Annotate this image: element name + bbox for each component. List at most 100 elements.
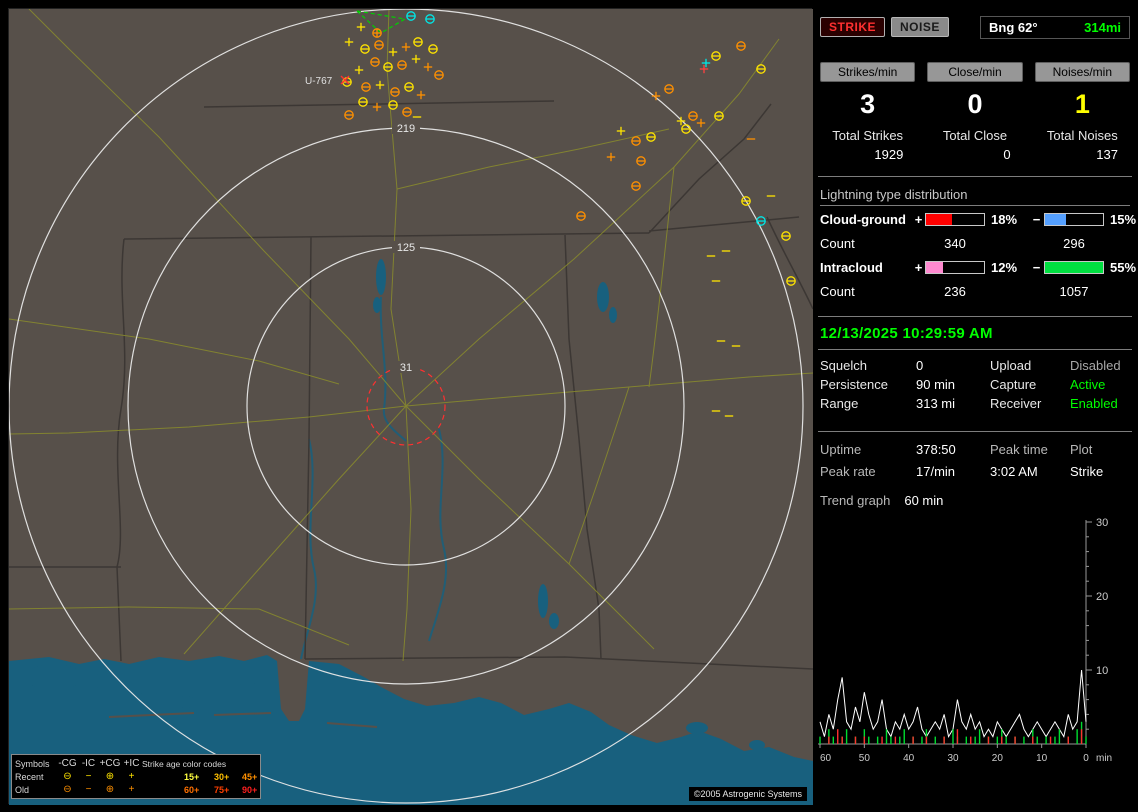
- minus-sign: −: [1029, 260, 1044, 275]
- intracloud-row: Intracloud + 12% − 55%: [820, 254, 1130, 280]
- legend-header-row: Symbols -CG -IC +CG +IC Strike age color…: [15, 757, 257, 770]
- svg-text:50: 50: [859, 753, 871, 764]
- cg-positive-pct: 18%: [985, 212, 1029, 227]
- cg-positive-count: 340: [925, 236, 985, 251]
- ic-negative-bar: [1044, 261, 1104, 274]
- total-strikes-label: Total Strikes: [820, 128, 915, 143]
- squelch-label: Squelch: [820, 358, 916, 373]
- age-60: 60+: [184, 785, 214, 795]
- recent-ncg-icon: ⊖: [57, 772, 78, 782]
- svg-text:10: 10: [1036, 753, 1048, 764]
- peak-time-label: Peak time: [990, 442, 1070, 457]
- peak-rate-label: Peak rate: [820, 464, 916, 479]
- svg-text:60: 60: [820, 753, 832, 764]
- svg-text:125: 125: [397, 242, 415, 254]
- cg-negative-bar: [1044, 213, 1104, 226]
- nexstorm-app: 21912531 U-767 Symbols -CG -IC +CG +IC S…: [0, 0, 1138, 812]
- strike-button[interactable]: STRIKE: [820, 17, 885, 37]
- age-75: 75+: [214, 785, 242, 795]
- receiver-label: Receiver: [990, 396, 1070, 411]
- lightning-map[interactable]: 21912531 U-767 Symbols -CG -IC +CG +IC S…: [8, 8, 812, 804]
- count-label: Count: [820, 284, 912, 299]
- close-per-min-value: 0: [927, 88, 1022, 120]
- minus-sign: −: [1029, 212, 1044, 227]
- persistence-value: 90 min: [916, 377, 990, 392]
- range-value: 313 mi: [916, 396, 990, 411]
- cg-negative-count: 296: [1044, 236, 1104, 251]
- legend-old-label: Old: [15, 785, 57, 795]
- close-per-min-button[interactable]: Close/min: [927, 62, 1022, 82]
- divider-1: [818, 176, 1132, 177]
- peak-rate-value: 17/min: [916, 464, 990, 479]
- uptime-value: 378:50: [916, 442, 990, 457]
- datetime-display: 12/13/2025 10:29:59 AM: [820, 325, 1130, 345]
- legend-col-pcg: +CG: [99, 759, 121, 769]
- total-noises-value: 137: [1035, 147, 1130, 162]
- total-noises-label: Total Noises: [1035, 128, 1130, 143]
- ic-negative-count: 1057: [1044, 284, 1104, 299]
- capture-label: Capture: [990, 377, 1070, 392]
- control-panel: STRIKE NOISE Bng 62° 314mi Strikes/min 3…: [818, 8, 1132, 804]
- old-pcg-icon: ⊕: [99, 785, 121, 795]
- svg-text:20: 20: [1096, 591, 1108, 603]
- svg-text:30: 30: [947, 753, 959, 764]
- intracloud-label: Intracloud: [820, 260, 912, 275]
- recent-pic-icon: +: [121, 772, 142, 782]
- uptime-label: Uptime: [820, 442, 916, 457]
- squelch-value: 0: [916, 358, 990, 373]
- plus-sign: +: [912, 260, 925, 275]
- intracloud-count-row: Count 236 1057: [820, 280, 1130, 302]
- legend-old-row: Old ⊖ − ⊕ + 60+ 75+ 90+: [15, 783, 257, 796]
- trend-graph-header: Trend graph 60 min: [820, 493, 1130, 508]
- rates-section: Strikes/min 3 Total Strikes 1929 Close/m…: [820, 62, 1130, 162]
- age-30: 30+: [214, 772, 242, 782]
- map-canvas[interactable]: 21912531 U-767: [9, 9, 813, 805]
- noises-column: Noises/min 1 Total Noises 137: [1035, 62, 1130, 162]
- noise-button[interactable]: NOISE: [891, 17, 949, 37]
- svg-text:30: 30: [1096, 517, 1108, 529]
- total-close-value: 0: [927, 147, 1022, 162]
- svg-text:0: 0: [1083, 753, 1089, 764]
- strikes-column: Strikes/min 3 Total Strikes 1929: [820, 62, 915, 162]
- distribution-title: Lightning type distribution: [820, 187, 1130, 206]
- strikes-per-min-value: 3: [820, 88, 915, 120]
- divider-3: [818, 349, 1132, 350]
- plot-label: Plot: [1070, 442, 1132, 457]
- persistence-label: Persistence: [820, 377, 916, 392]
- legend-col-ncg: -CG: [57, 759, 78, 769]
- svg-text:min: min: [1096, 753, 1112, 764]
- plot-value: Strike: [1070, 464, 1132, 479]
- recent-pcg-icon: ⊕: [99, 772, 121, 782]
- copyright-text: ©2005 Astrogenic Systems: [689, 787, 807, 801]
- bearing-value: Bng 62°: [989, 20, 1038, 35]
- svg-text:219: 219: [397, 123, 415, 135]
- legend-symbols-label: Symbols: [15, 759, 57, 769]
- cg-positive-bar: [925, 213, 985, 226]
- noises-per-min-value: 1: [1035, 88, 1130, 120]
- noises-per-min-button[interactable]: Noises/min: [1035, 62, 1130, 82]
- stats-section: Uptime 378:50 Peak time Plot Peak rate 1…: [820, 442, 1130, 479]
- total-strikes-value: 1929: [820, 147, 915, 162]
- range-label: Range: [820, 396, 916, 411]
- trend-graph-window: 60 min: [904, 493, 943, 508]
- ic-positive-bar: [925, 261, 985, 274]
- legend-col-nic: -IC: [78, 759, 99, 769]
- cloud-ground-label: Cloud-ground: [820, 212, 912, 227]
- strikes-per-min-button[interactable]: Strikes/min: [820, 62, 915, 82]
- old-ncg-icon: ⊖: [57, 785, 78, 795]
- ic-positive-pct: 12%: [985, 260, 1029, 275]
- count-label: Count: [820, 236, 912, 251]
- age-15: 15+: [184, 772, 214, 782]
- ic-negative-pct: 55%: [1104, 260, 1138, 275]
- cloud-ground-count-row: Count 340 296: [820, 232, 1130, 254]
- trend-graph-label: Trend graph: [820, 493, 890, 508]
- plus-sign: +: [912, 212, 925, 227]
- svg-text:10: 10: [1096, 665, 1108, 677]
- upload-status: Disabled: [1070, 358, 1132, 373]
- svg-text:20: 20: [992, 753, 1004, 764]
- ic-positive-count: 236: [925, 284, 985, 299]
- peak-time-value: 3:02 AM: [990, 464, 1070, 479]
- close-column: Close/min 0 Total Close 0: [927, 62, 1022, 162]
- trend-graph: 1020306050403020100min: [818, 516, 1130, 768]
- old-pic-icon: +: [121, 785, 142, 795]
